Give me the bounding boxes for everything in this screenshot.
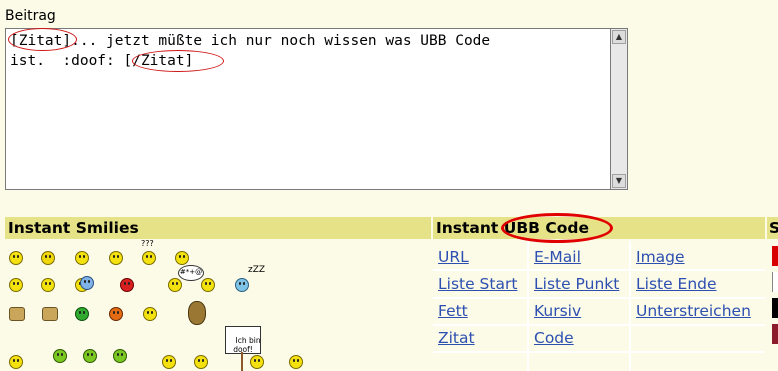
sign-holder-smiley-icon (250, 355, 264, 369)
ubb-row-separator (433, 297, 765, 299)
sign-pole-icon (241, 352, 243, 371)
ubb-liste-ende-link[interactable]: Liste Ende (636, 274, 717, 294)
zitat-close-highlight (132, 50, 224, 72)
ubb-code-link[interactable]: Code (534, 328, 574, 348)
smilies-panel: ??? #*+@ zZZ Ich bin doof! (5, 239, 431, 371)
textarea-scrollbar[interactable]: ▲ ▼ (610, 28, 628, 190)
ubb-table: URL E-Mail Image Liste Start Liste Punkt… (433, 241, 765, 371)
confused-smiley-icon[interactable] (9, 251, 23, 265)
thumbs-up-icon[interactable] (42, 307, 58, 321)
sleeping-smiley-icon[interactable] (235, 278, 249, 292)
ubb-unterstreichen-link[interactable]: Unterstreichen (636, 301, 751, 321)
sign-text: Ich bin doof! (233, 336, 261, 354)
blue-scared-smiley-icon[interactable] (80, 276, 94, 290)
ubb-liste-punkt-link[interactable]: Liste Punkt (534, 274, 619, 294)
cool-smiley-icon[interactable] (41, 251, 55, 265)
ubb-image-link[interactable]: Image (636, 247, 685, 267)
green-group-smiley-icon[interactable] (83, 349, 97, 363)
scroll-down-button[interactable]: ▼ (612, 174, 626, 188)
ubb-row-separator (433, 269, 765, 271)
beitrag-label: Beitrag (5, 8, 56, 24)
thumbs-down-icon[interactable] (9, 307, 25, 321)
smile-smiley-icon[interactable] (75, 251, 89, 265)
question-marks-text: ??? (141, 239, 154, 248)
small-smile-icon[interactable] (9, 355, 23, 369)
questioning-smiley-icon[interactable] (142, 251, 156, 265)
ubb-row-separator (433, 324, 765, 326)
ubb-kursiv-link[interactable]: Kursiv (534, 301, 581, 321)
laugh-smiley-icon[interactable] (9, 278, 23, 292)
smiley-icon[interactable] (143, 307, 157, 321)
color-swatch-white[interactable] (772, 272, 778, 292)
monkey-smiley-icon[interactable] (188, 301, 206, 325)
ich-bin-doof-sign-icon[interactable]: Ich bin doof! (225, 326, 261, 354)
color-swatch-red[interactable] (772, 246, 778, 266)
ubb-zitat-link[interactable]: Zitat (438, 328, 475, 348)
smilies-header: Instant Smilies (5, 217, 431, 239)
ubb-liste-start-link[interactable]: Liste Start (438, 274, 517, 294)
beitrag-textarea[interactable]: [Zitat]... jetzt müßte ich nur noch wiss… (5, 28, 628, 190)
devil-smiley-icon[interactable] (120, 278, 134, 292)
angry-smiley-icon[interactable] (109, 307, 123, 321)
cursing-smiley-icon[interactable] (168, 278, 182, 292)
last-smiley-icon[interactable] (289, 355, 303, 369)
ubb-code-highlight (501, 213, 613, 243)
ubb-heading-prefix: Instant (436, 219, 504, 237)
wink-smiley-icon[interactable] (41, 278, 55, 292)
ubb-url-link[interactable]: URL (438, 247, 469, 267)
green-wave-smiley-icon[interactable] (113, 349, 127, 363)
scroll-up-button[interactable]: ▲ (612, 30, 626, 44)
curse-text: #*+@ (179, 268, 203, 276)
color-swatch-black[interactable] (772, 298, 778, 318)
beitrag-text[interactable]: [Zitat]... jetzt müßte ich nur noch wiss… (10, 31, 600, 71)
blink-smiley-icon[interactable] (194, 355, 208, 369)
smilies-heading: Instant Smilies (8, 219, 139, 237)
eye-roll-smiley-icon[interactable] (201, 278, 215, 292)
color-swatch-maroon[interactable] (772, 324, 778, 344)
green-sick-smiley-icon[interactable] (75, 307, 89, 321)
ubb-fett-link[interactable]: Fett (438, 301, 468, 321)
speech-bubble-icon: #*+@ (178, 265, 204, 281)
angel-smiley-icon[interactable] (162, 355, 176, 369)
ubb-email-link[interactable]: E-Mail (534, 247, 581, 267)
shocked-smiley-icon[interactable] (109, 251, 123, 265)
grin-smiley-icon[interactable] (175, 251, 189, 265)
ubb-row-separator (433, 351, 765, 353)
colors-header: S (767, 217, 778, 239)
green-dance-smiley-icon[interactable] (53, 349, 67, 363)
colors-heading: S (769, 219, 778, 237)
zitat-open-highlight (8, 28, 77, 51)
sleep-text: zZZ (248, 265, 266, 275)
